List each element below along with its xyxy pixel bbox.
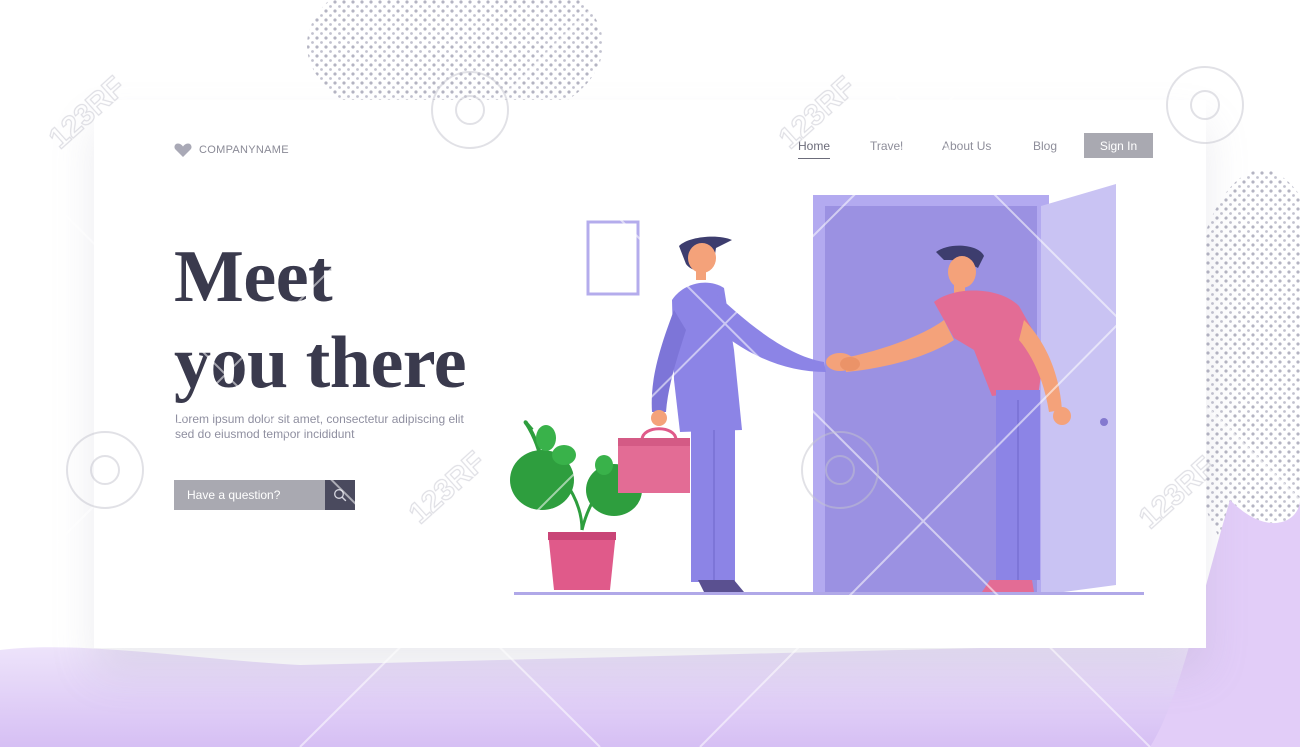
question-input[interactable] — [174, 480, 325, 510]
search-icon — [334, 489, 347, 502]
pink-briefcase — [618, 427, 690, 493]
hero-description-line-2: sed do eiusmod tempor incididunt — [175, 427, 355, 441]
potted-plant — [510, 420, 642, 590]
handshake — [826, 353, 860, 371]
nav-link-blog[interactable]: Blog — [1033, 139, 1057, 153]
hero-description-line-1: Lorem ipsum dolor sit amet, consectetur … — [175, 412, 464, 426]
top-nav: Home Travel About Us Blog Sign In — [94, 133, 1206, 159]
nav-active-underline — [798, 158, 830, 159]
search-button[interactable] — [325, 480, 355, 510]
hero-title: Meet you there — [174, 234, 467, 406]
purple-blob-bottom — [0, 640, 1300, 747]
wall-picture-frame — [586, 220, 640, 296]
nav-link-home[interactable]: Home — [798, 139, 830, 153]
host-in-pink-shirt — [844, 245, 1071, 592]
hero-title-line-2: you there — [174, 322, 467, 404]
hero-title-line-1: Meet — [174, 236, 333, 318]
nav-link-travel[interactable]: Travel — [870, 139, 903, 153]
question-search — [174, 480, 355, 510]
hero-description: Lorem ipsum dolor sit amet, consectetur … — [175, 412, 515, 442]
floor-line — [514, 592, 1144, 595]
nav-link-about-us[interactable]: About Us — [942, 139, 991, 153]
open-door — [813, 184, 1116, 595]
landing-card: COMPANYNAME Home Travel About Us Blog Si… — [94, 100, 1206, 648]
businessman-in-suit — [651, 236, 826, 592]
sign-in-button[interactable]: Sign In — [1084, 133, 1153, 158]
